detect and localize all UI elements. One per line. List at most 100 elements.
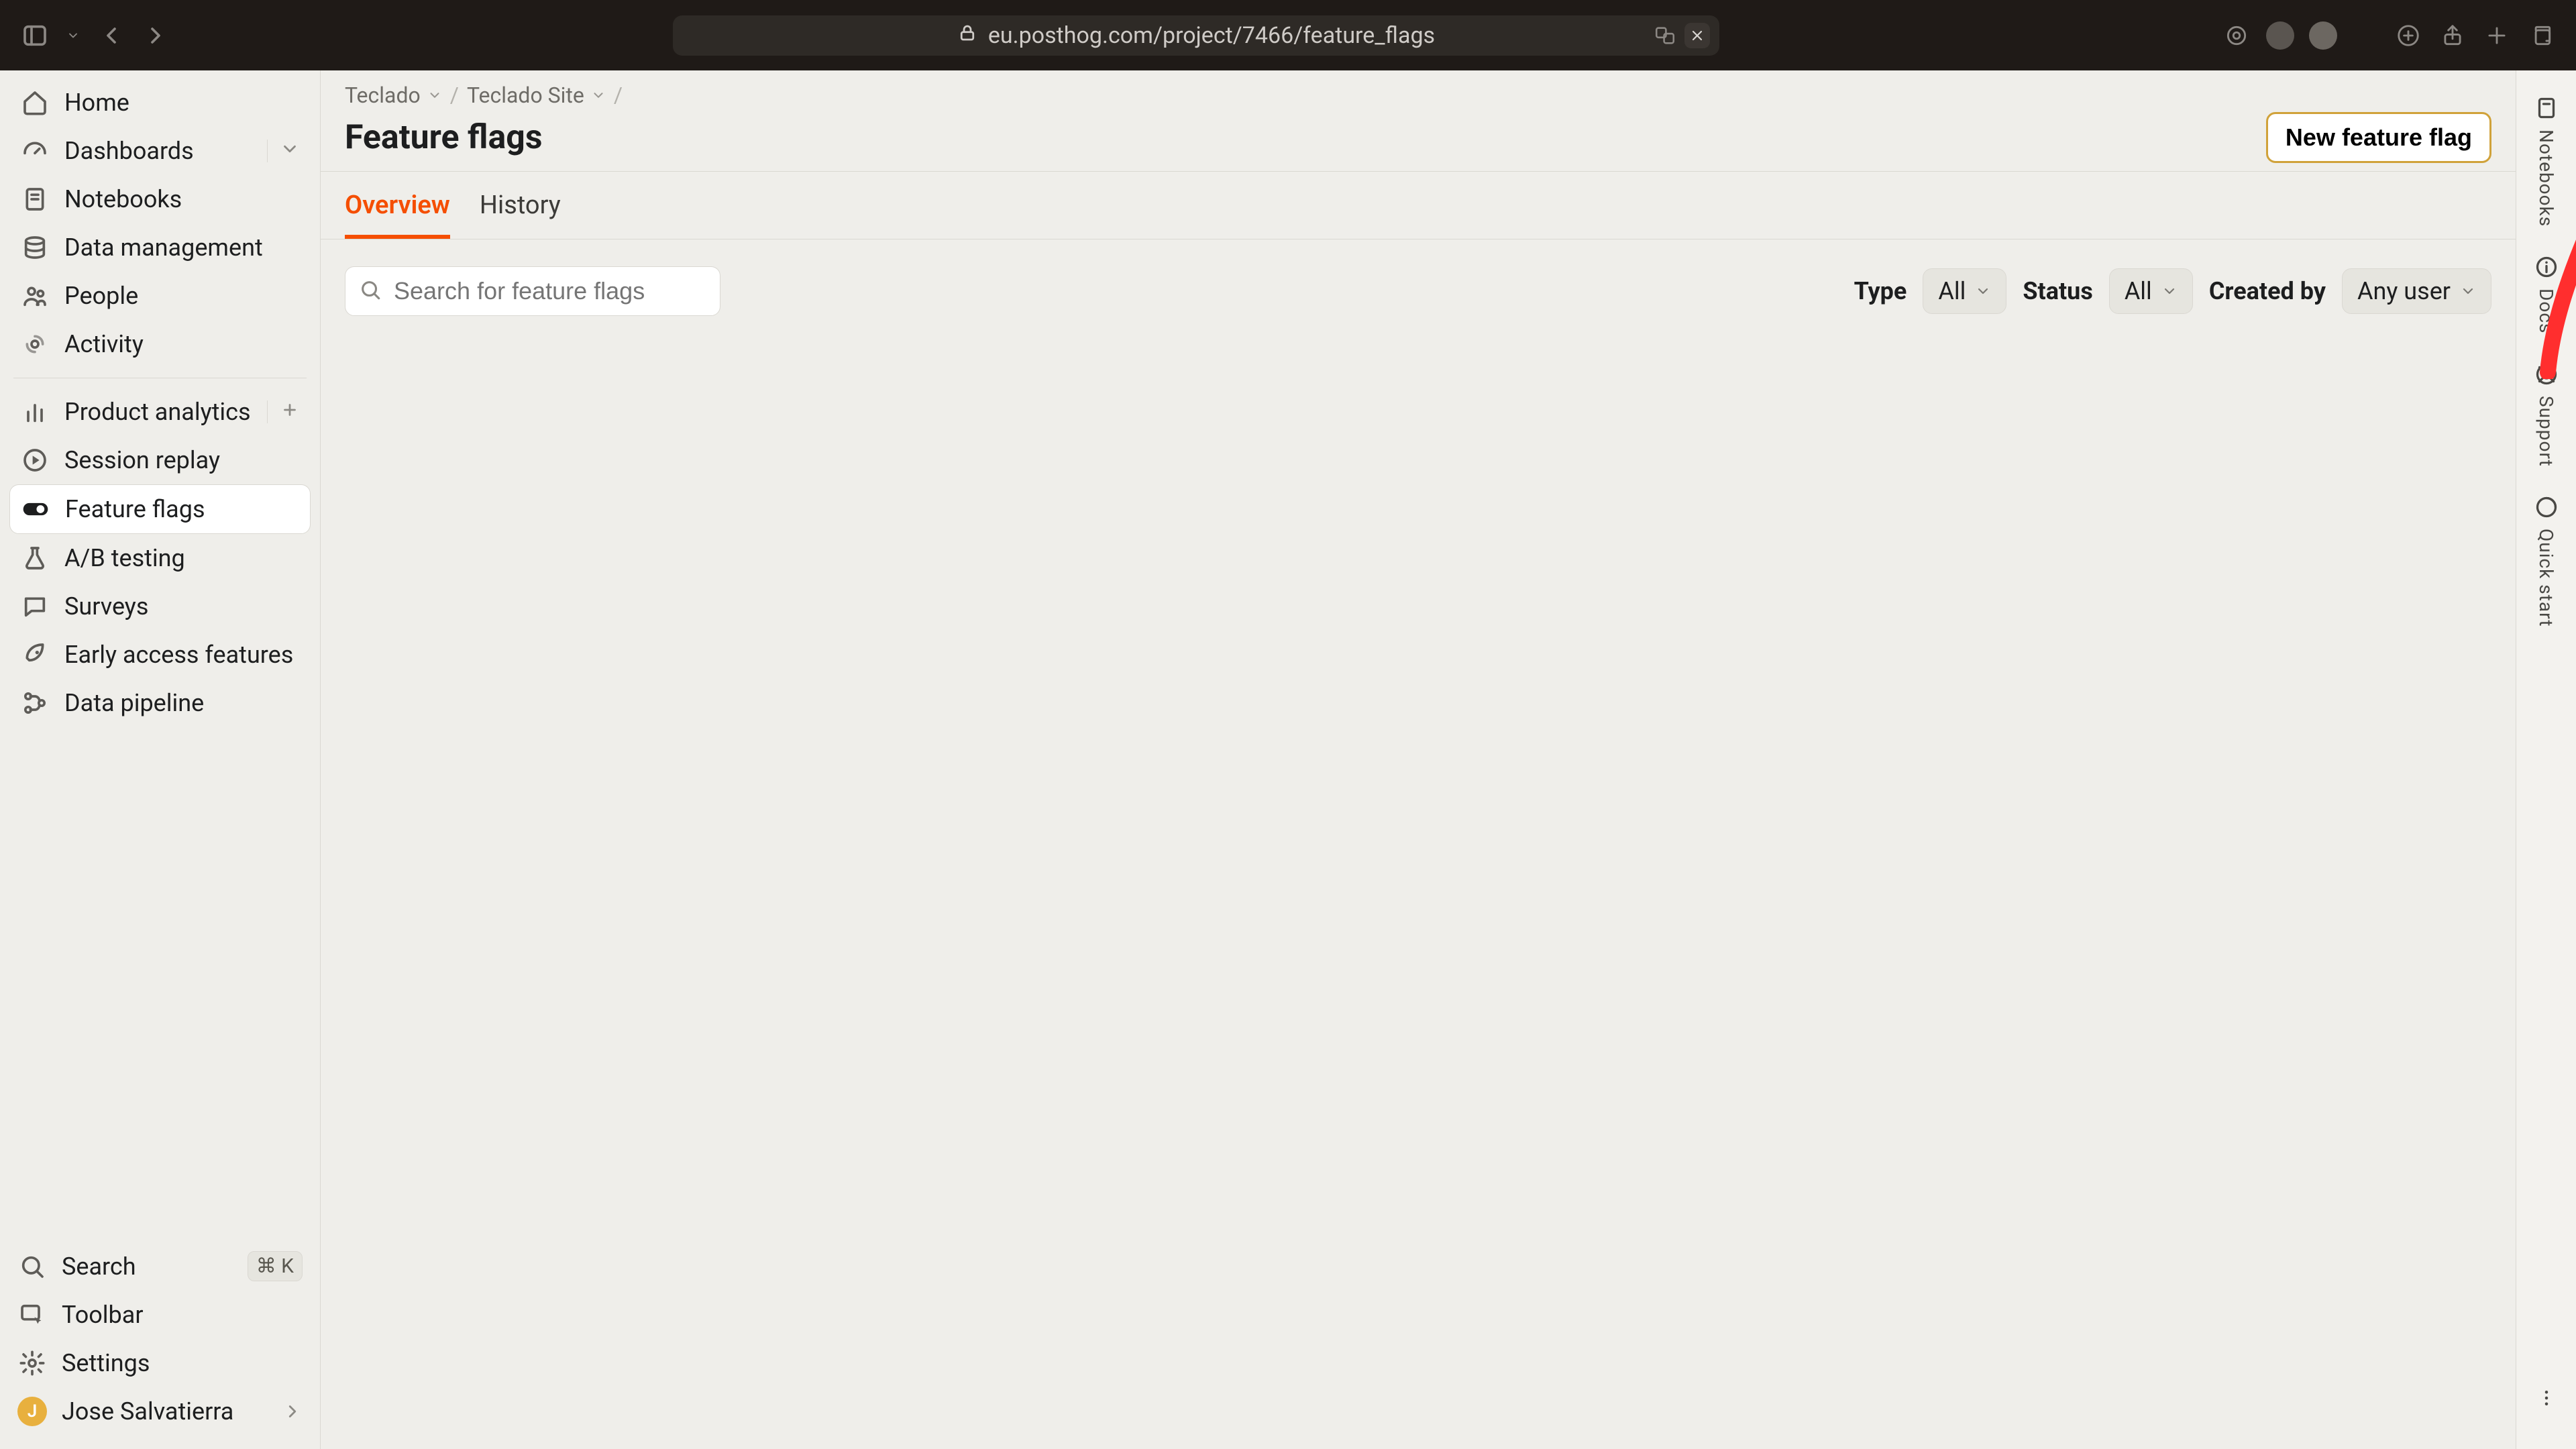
sidebar-search[interactable]: Search ⌘ K: [7, 1242, 313, 1291]
sidebar-item-label: Home: [64, 89, 129, 117]
sidebar-item-data-management[interactable]: Data management: [9, 223, 311, 272]
more-vertical-icon: [2532, 1383, 2561, 1413]
sidebar-item-data-pipeline[interactable]: Data pipeline: [9, 679, 311, 727]
chevron-down-icon: [1975, 277, 1991, 305]
sidebar-item-product-analytics[interactable]: Product analytics: [9, 388, 311, 436]
search-icon: [17, 1252, 47, 1281]
browser-avatar-2[interactable]: [2309, 21, 2337, 50]
new-feature-flag-button[interactable]: New feature flag: [2266, 112, 2491, 163]
breadcrumb-separator: /: [614, 83, 623, 108]
filter-type-select[interactable]: All: [1923, 268, 2006, 314]
sidebar-item-label: Settings: [62, 1349, 150, 1377]
progress-icon: [2532, 492, 2561, 522]
gauge-icon: [20, 136, 50, 166]
sidebar-item-feature-flags[interactable]: Feature flags: [9, 484, 311, 534]
keyboard-shortcut: ⌘ K: [248, 1251, 303, 1281]
close-icon[interactable]: [1684, 23, 1710, 48]
sidebar-item-label: Early access features: [64, 641, 293, 669]
url-bar[interactable]: eu.posthog.com/project/7466/feature_flag…: [673, 15, 1719, 56]
page-header: Teclado / Teclado Site / Feature flags N…: [321, 70, 2516, 172]
filter-label-status: Status: [2023, 277, 2092, 305]
tabs-icon[interactable]: [2526, 21, 2556, 50]
branch-icon: [20, 688, 50, 718]
chevron-down-icon: [2161, 277, 2178, 305]
breadcrumb-item[interactable]: Teclado Site: [467, 83, 606, 108]
sidebar-toggle-icon[interactable]: [20, 21, 50, 50]
breadcrumb-item[interactable]: Teclado: [345, 83, 442, 108]
sidebar-item-label: Surveys: [64, 592, 148, 621]
sidebar-item-label: Dashboards: [64, 137, 194, 165]
browser-avatar-1[interactable]: [2266, 21, 2294, 50]
chevron-down-icon: [427, 83, 442, 108]
sidebar-item-surveys[interactable]: Surveys: [9, 582, 311, 631]
flask-icon: [20, 543, 50, 573]
sidebar-item-label: People: [64, 282, 138, 310]
sidebar-user[interactable]: J Jose Salvatierra: [7, 1387, 313, 1436]
sidebar-item-activity[interactable]: Activity: [9, 320, 311, 368]
rocket-icon: [20, 640, 50, 669]
sidebar-item-label: Session replay: [64, 446, 220, 474]
sidebar-item-label: Data pipeline: [64, 689, 204, 717]
filter-created-by-select[interactable]: Any user: [2342, 268, 2491, 314]
browser-back-icon[interactable]: [97, 21, 126, 50]
sidebar: Home Dashboards Notebooks: [0, 70, 321, 1449]
rail-support[interactable]: Support: [2532, 353, 2561, 479]
sidebar-item-ab-testing[interactable]: A/B testing: [9, 534, 311, 582]
activity-icon: [20, 329, 50, 359]
people-icon: [20, 281, 50, 311]
user-name: Jose Salvatierra: [62, 1397, 233, 1426]
sidebar-settings[interactable]: Settings: [7, 1339, 313, 1387]
plus-icon[interactable]: [280, 398, 300, 426]
new-tab-icon[interactable]: [2482, 21, 2512, 50]
download-plus-icon[interactable]: [2394, 21, 2423, 50]
lifebuoy-icon: [2532, 360, 2561, 389]
rail-docs[interactable]: Docs: [2532, 246, 2561, 345]
filter-label-created-by: Created by: [2209, 277, 2326, 305]
tabs: Overview History: [321, 172, 2516, 239]
sidebar-item-notebooks[interactable]: Notebooks: [9, 175, 311, 223]
sidebar-item-session-replay[interactable]: Session replay: [9, 436, 311, 484]
user-avatar: J: [17, 1397, 47, 1426]
chevron-down-icon[interactable]: [64, 21, 82, 50]
database-icon: [20, 233, 50, 262]
gear-icon: [17, 1348, 47, 1378]
message-icon: [20, 592, 50, 621]
filter-label-type: Type: [1854, 277, 1907, 305]
right-rail: Notebooks Docs Support Quick start: [2516, 70, 2576, 1449]
filter-toolbar: Type All Status All Created by Any user: [321, 239, 2516, 343]
chevron-down-icon: [591, 83, 606, 108]
filter-status-select[interactable]: All: [2109, 268, 2193, 314]
sidebar-item-label: Activity: [64, 330, 144, 358]
notebook-icon: [2532, 93, 2561, 123]
sidebar-item-label: A/B testing: [64, 544, 185, 572]
sidebar-item-home[interactable]: Home: [9, 78, 311, 127]
breadcrumb-separator: /: [450, 83, 459, 108]
extension-icon[interactable]: [2222, 21, 2251, 50]
rail-notebooks[interactable]: Notebooks: [2532, 87, 2561, 239]
rail-more[interactable]: [2532, 1377, 2561, 1433]
cursor-box-icon: [17, 1300, 47, 1330]
search-field[interactable]: [345, 266, 720, 316]
sidebar-item-label: Feature flags: [65, 495, 205, 523]
notebook-icon: [20, 184, 50, 214]
sidebar-item-label: Toolbar: [62, 1301, 144, 1329]
chevron-down-icon[interactable]: [280, 137, 300, 165]
toggle-icon: [21, 494, 50, 524]
lock-icon: [957, 22, 977, 49]
share-icon[interactable]: [2438, 21, 2467, 50]
chevron-right-icon: [282, 1401, 303, 1421]
tab-history[interactable]: History: [480, 172, 561, 239]
sidebar-toolbar[interactable]: Toolbar: [7, 1291, 313, 1339]
tab-overview[interactable]: Overview: [345, 172, 450, 239]
search-input[interactable]: [392, 276, 706, 306]
main-content: Teclado / Teclado Site / Feature flags N…: [321, 70, 2516, 1449]
bar-chart-icon: [20, 397, 50, 427]
sidebar-item-label: Notebooks: [64, 185, 182, 213]
sidebar-item-dashboards[interactable]: Dashboards: [9, 127, 311, 175]
browser-chrome: eu.posthog.com/project/7466/feature_flag…: [0, 0, 2576, 70]
translate-icon[interactable]: [1652, 23, 1678, 48]
browser-forward-icon[interactable]: [141, 21, 170, 50]
sidebar-item-people[interactable]: People: [9, 272, 311, 320]
rail-quick-start[interactable]: Quick start: [2532, 486, 2561, 639]
sidebar-item-early-access[interactable]: Early access features: [9, 631, 311, 679]
